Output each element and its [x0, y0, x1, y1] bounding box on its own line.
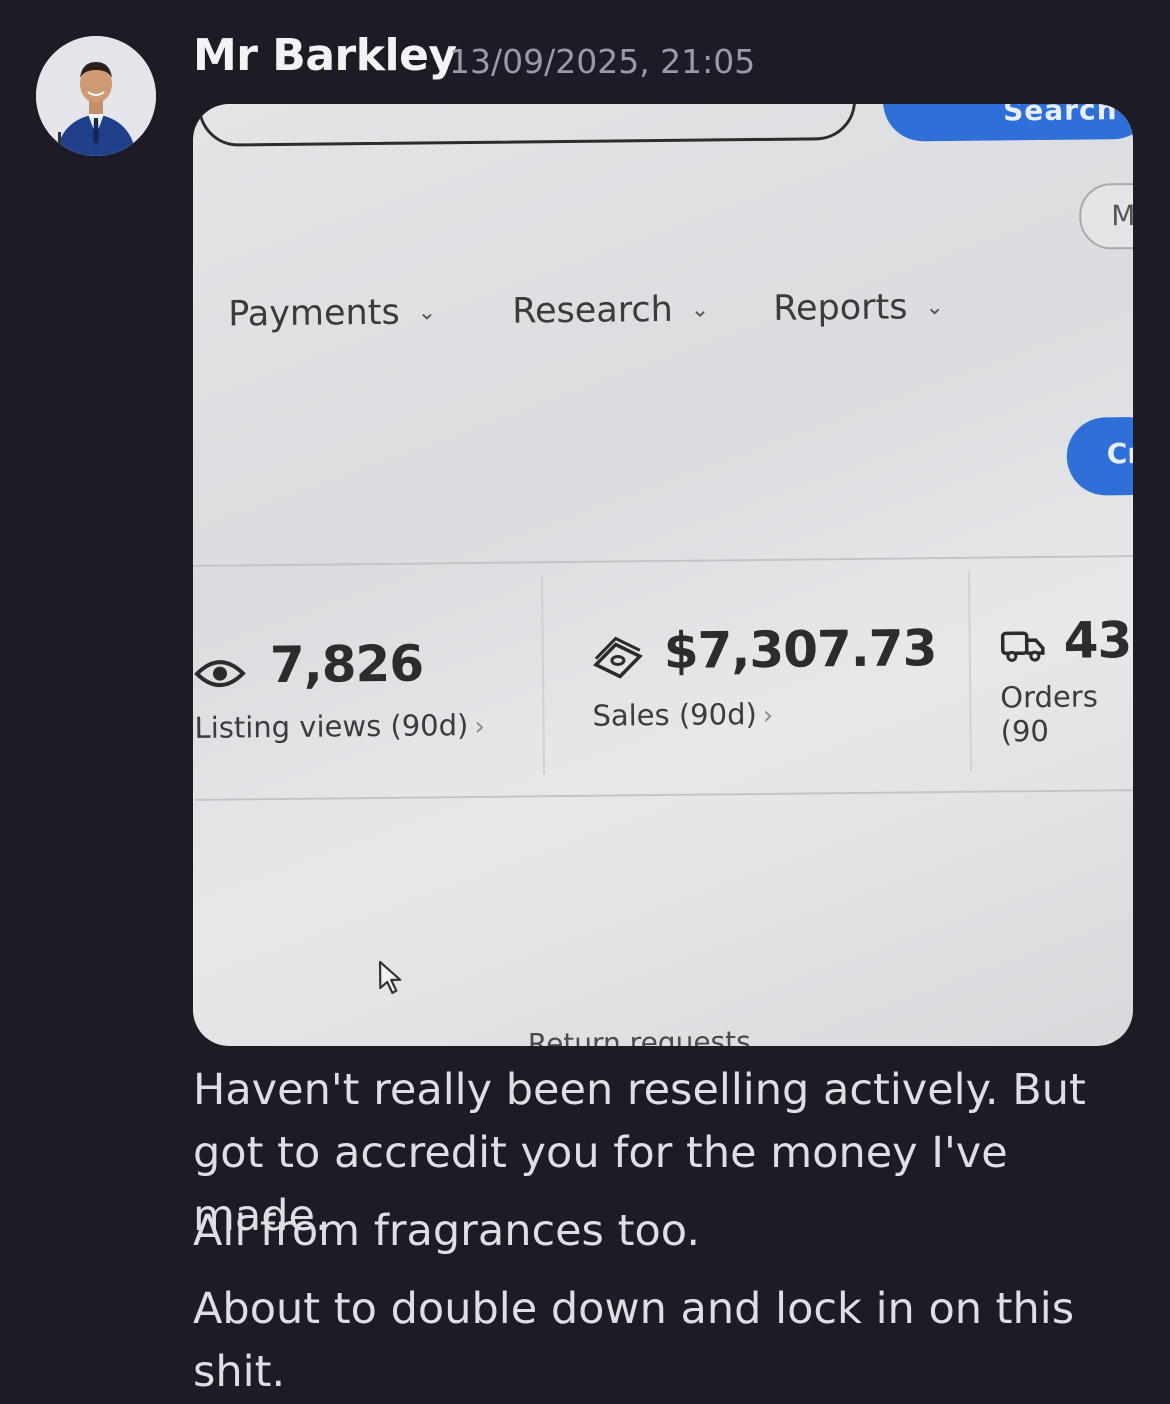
nav-reports: Reports ⌄	[773, 287, 945, 329]
message-timestamp: 13/09/2025, 21:05	[449, 42, 756, 81]
search-field-outline	[197, 104, 857, 147]
avatar[interactable]	[36, 36, 156, 156]
author-name[interactable]: Mr Barkley	[193, 30, 457, 81]
orders-label-text: Orders (90	[1000, 679, 1099, 749]
sales-label-text: Sales (90d)	[592, 697, 757, 733]
person-in-suit-icon	[36, 36, 156, 156]
stat-separator	[967, 570, 973, 771]
nav-research: Research ⌄	[512, 290, 709, 332]
search-button-label: Search	[1002, 104, 1118, 128]
nav-payments-label: Payments	[228, 292, 400, 335]
sales-value: $7,307.73	[663, 619, 937, 680]
create-listing-button: Cr	[1066, 416, 1133, 496]
nav-reports-label: Reports	[773, 287, 908, 329]
truck-icon	[1000, 628, 1046, 668]
chevron-down-icon: ⌄	[925, 295, 945, 321]
menu-pill-label: M	[1111, 199, 1133, 233]
message-text: All from fragrances too.	[193, 1206, 701, 1256]
listing-views-value: 7,826	[269, 634, 424, 695]
chevron-right-icon: ›	[474, 711, 485, 742]
nav-research-label: Research	[512, 289, 673, 332]
message-text: About to double down and lock in on this…	[193, 1284, 1075, 1397]
menu-pill: M	[1078, 182, 1133, 250]
orders-label: Orders (90	[1000, 679, 1133, 748]
chevron-down-icon: ⌄	[417, 300, 437, 326]
divider	[193, 554, 1133, 567]
mouse-pointer-icon	[377, 960, 405, 1000]
stat-separator	[540, 575, 546, 776]
chevron-right-icon: ›	[762, 700, 774, 731]
search-button: Search	[882, 104, 1133, 142]
chevron-down-icon: ⌄	[690, 297, 710, 323]
sales-label: Sales (90d) ›	[592, 697, 773, 733]
create-listing-label: Cr	[1106, 436, 1133, 471]
money-icon	[592, 636, 644, 685]
orders-value: 43	[1063, 611, 1132, 670]
divider	[195, 788, 1133, 801]
listing-views-label-text: Listing views (90d)	[194, 708, 469, 745]
image-attachment[interactable]: Search M Payments ⌄ Research ⌄ Reports ⌄ Cr	[193, 104, 1133, 1046]
nav-payments: Payments ⌄	[228, 292, 437, 335]
eye-icon	[194, 656, 246, 695]
return-requests-label: Return requests	[527, 1025, 751, 1046]
listing-views-label: Listing views (90d) ›	[194, 708, 485, 745]
